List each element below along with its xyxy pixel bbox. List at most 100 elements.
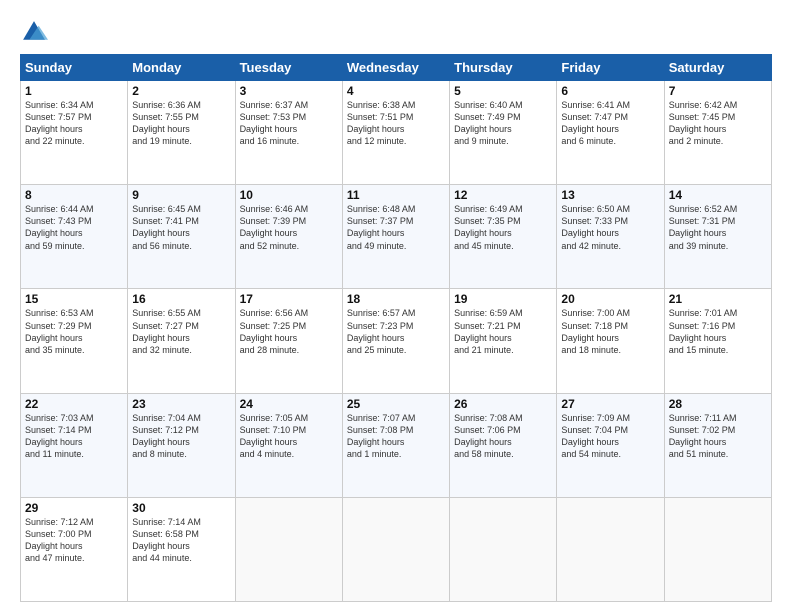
calendar-cell xyxy=(342,497,449,601)
day-number: 25 xyxy=(347,397,445,411)
day-number: 14 xyxy=(669,188,767,202)
calendar-cell: 5Sunrise: 6:40 AMSunset: 7:49 PMDaylight… xyxy=(450,81,557,185)
calendar-cell: 19Sunrise: 6:59 AMSunset: 7:21 PMDayligh… xyxy=(450,289,557,393)
calendar-cell: 25Sunrise: 7:07 AMSunset: 7:08 PMDayligh… xyxy=(342,393,449,497)
day-number: 20 xyxy=(561,292,659,306)
day-info: Sunrise: 6:52 AMSunset: 7:31 PMDaylight … xyxy=(669,203,767,252)
calendar-cell: 27Sunrise: 7:09 AMSunset: 7:04 PMDayligh… xyxy=(557,393,664,497)
day-info: Sunrise: 6:53 AMSunset: 7:29 PMDaylight … xyxy=(25,307,123,356)
day-info: Sunrise: 6:49 AMSunset: 7:35 PMDaylight … xyxy=(454,203,552,252)
calendar-week-row: 1Sunrise: 6:34 AMSunset: 7:57 PMDaylight… xyxy=(21,81,772,185)
day-info: Sunrise: 7:03 AMSunset: 7:14 PMDaylight … xyxy=(25,412,123,461)
day-number: 2 xyxy=(132,84,230,98)
weekday-header: Sunday xyxy=(21,55,128,81)
day-number: 13 xyxy=(561,188,659,202)
weekday-header: Monday xyxy=(128,55,235,81)
day-info: Sunrise: 6:42 AMSunset: 7:45 PMDaylight … xyxy=(669,99,767,148)
weekday-header: Saturday xyxy=(664,55,771,81)
calendar-cell xyxy=(450,497,557,601)
calendar-cell: 18Sunrise: 6:57 AMSunset: 7:23 PMDayligh… xyxy=(342,289,449,393)
calendar-week-row: 8Sunrise: 6:44 AMSunset: 7:43 PMDaylight… xyxy=(21,185,772,289)
calendar-cell: 24Sunrise: 7:05 AMSunset: 7:10 PMDayligh… xyxy=(235,393,342,497)
page: SundayMondayTuesdayWednesdayThursdayFrid… xyxy=(0,0,792,612)
calendar-week-row: 29Sunrise: 7:12 AMSunset: 7:00 PMDayligh… xyxy=(21,497,772,601)
calendar-cell: 12Sunrise: 6:49 AMSunset: 7:35 PMDayligh… xyxy=(450,185,557,289)
calendar-week-row: 22Sunrise: 7:03 AMSunset: 7:14 PMDayligh… xyxy=(21,393,772,497)
day-number: 5 xyxy=(454,84,552,98)
day-number: 6 xyxy=(561,84,659,98)
calendar-cell: 4Sunrise: 6:38 AMSunset: 7:51 PMDaylight… xyxy=(342,81,449,185)
day-number: 10 xyxy=(240,188,338,202)
logo-icon xyxy=(20,18,48,46)
calendar-cell: 9Sunrise: 6:45 AMSunset: 7:41 PMDaylight… xyxy=(128,185,235,289)
day-info: Sunrise: 6:55 AMSunset: 7:27 PMDaylight … xyxy=(132,307,230,356)
day-number: 19 xyxy=(454,292,552,306)
day-number: 1 xyxy=(25,84,123,98)
day-number: 15 xyxy=(25,292,123,306)
day-info: Sunrise: 6:44 AMSunset: 7:43 PMDaylight … xyxy=(25,203,123,252)
day-info: Sunrise: 6:45 AMSunset: 7:41 PMDaylight … xyxy=(132,203,230,252)
weekday-header: Thursday xyxy=(450,55,557,81)
day-number: 16 xyxy=(132,292,230,306)
calendar-cell: 6Sunrise: 6:41 AMSunset: 7:47 PMDaylight… xyxy=(557,81,664,185)
day-info: Sunrise: 7:14 AMSunset: 6:58 PMDaylight … xyxy=(132,516,230,565)
calendar-cell: 3Sunrise: 6:37 AMSunset: 7:53 PMDaylight… xyxy=(235,81,342,185)
day-number: 7 xyxy=(669,84,767,98)
day-number: 11 xyxy=(347,188,445,202)
day-info: Sunrise: 7:04 AMSunset: 7:12 PMDaylight … xyxy=(132,412,230,461)
day-info: Sunrise: 6:40 AMSunset: 7:49 PMDaylight … xyxy=(454,99,552,148)
weekday-header: Wednesday xyxy=(342,55,449,81)
day-number: 28 xyxy=(669,397,767,411)
day-info: Sunrise: 6:46 AMSunset: 7:39 PMDaylight … xyxy=(240,203,338,252)
calendar-cell: 30Sunrise: 7:14 AMSunset: 6:58 PMDayligh… xyxy=(128,497,235,601)
day-number: 24 xyxy=(240,397,338,411)
calendar-cell: 11Sunrise: 6:48 AMSunset: 7:37 PMDayligh… xyxy=(342,185,449,289)
day-info: Sunrise: 7:09 AMSunset: 7:04 PMDaylight … xyxy=(561,412,659,461)
calendar-cell: 28Sunrise: 7:11 AMSunset: 7:02 PMDayligh… xyxy=(664,393,771,497)
calendar-table: SundayMondayTuesdayWednesdayThursdayFrid… xyxy=(20,54,772,602)
day-info: Sunrise: 7:11 AMSunset: 7:02 PMDaylight … xyxy=(669,412,767,461)
calendar-cell: 1Sunrise: 6:34 AMSunset: 7:57 PMDaylight… xyxy=(21,81,128,185)
calendar-cell: 14Sunrise: 6:52 AMSunset: 7:31 PMDayligh… xyxy=(664,185,771,289)
day-number: 4 xyxy=(347,84,445,98)
weekday-header: Tuesday xyxy=(235,55,342,81)
day-info: Sunrise: 7:05 AMSunset: 7:10 PMDaylight … xyxy=(240,412,338,461)
day-number: 29 xyxy=(25,501,123,515)
day-number: 12 xyxy=(454,188,552,202)
day-info: Sunrise: 6:38 AMSunset: 7:51 PMDaylight … xyxy=(347,99,445,148)
day-number: 3 xyxy=(240,84,338,98)
calendar-cell: 13Sunrise: 6:50 AMSunset: 7:33 PMDayligh… xyxy=(557,185,664,289)
day-info: Sunrise: 7:01 AMSunset: 7:16 PMDaylight … xyxy=(669,307,767,356)
day-info: Sunrise: 6:57 AMSunset: 7:23 PMDaylight … xyxy=(347,307,445,356)
calendar-week-row: 15Sunrise: 6:53 AMSunset: 7:29 PMDayligh… xyxy=(21,289,772,393)
calendar-cell: 26Sunrise: 7:08 AMSunset: 7:06 PMDayligh… xyxy=(450,393,557,497)
calendar-cell xyxy=(235,497,342,601)
calendar-cell: 8Sunrise: 6:44 AMSunset: 7:43 PMDaylight… xyxy=(21,185,128,289)
day-info: Sunrise: 6:50 AMSunset: 7:33 PMDaylight … xyxy=(561,203,659,252)
day-info: Sunrise: 7:12 AMSunset: 7:00 PMDaylight … xyxy=(25,516,123,565)
weekday-header: Friday xyxy=(557,55,664,81)
day-number: 30 xyxy=(132,501,230,515)
calendar-cell: 21Sunrise: 7:01 AMSunset: 7:16 PMDayligh… xyxy=(664,289,771,393)
day-info: Sunrise: 6:34 AMSunset: 7:57 PMDaylight … xyxy=(25,99,123,148)
calendar-cell: 20Sunrise: 7:00 AMSunset: 7:18 PMDayligh… xyxy=(557,289,664,393)
day-info: Sunrise: 7:00 AMSunset: 7:18 PMDaylight … xyxy=(561,307,659,356)
calendar-cell: 22Sunrise: 7:03 AMSunset: 7:14 PMDayligh… xyxy=(21,393,128,497)
day-number: 21 xyxy=(669,292,767,306)
day-number: 26 xyxy=(454,397,552,411)
day-number: 23 xyxy=(132,397,230,411)
day-info: Sunrise: 7:07 AMSunset: 7:08 PMDaylight … xyxy=(347,412,445,461)
calendar-cell: 2Sunrise: 6:36 AMSunset: 7:55 PMDaylight… xyxy=(128,81,235,185)
calendar-cell: 29Sunrise: 7:12 AMSunset: 7:00 PMDayligh… xyxy=(21,497,128,601)
day-info: Sunrise: 7:08 AMSunset: 7:06 PMDaylight … xyxy=(454,412,552,461)
calendar-cell xyxy=(557,497,664,601)
calendar-cell: 7Sunrise: 6:42 AMSunset: 7:45 PMDaylight… xyxy=(664,81,771,185)
day-info: Sunrise: 6:41 AMSunset: 7:47 PMDaylight … xyxy=(561,99,659,148)
day-number: 17 xyxy=(240,292,338,306)
day-info: Sunrise: 6:48 AMSunset: 7:37 PMDaylight … xyxy=(347,203,445,252)
day-info: Sunrise: 6:37 AMSunset: 7:53 PMDaylight … xyxy=(240,99,338,148)
day-number: 27 xyxy=(561,397,659,411)
calendar-cell: 10Sunrise: 6:46 AMSunset: 7:39 PMDayligh… xyxy=(235,185,342,289)
calendar-cell: 15Sunrise: 6:53 AMSunset: 7:29 PMDayligh… xyxy=(21,289,128,393)
logo xyxy=(20,18,52,46)
